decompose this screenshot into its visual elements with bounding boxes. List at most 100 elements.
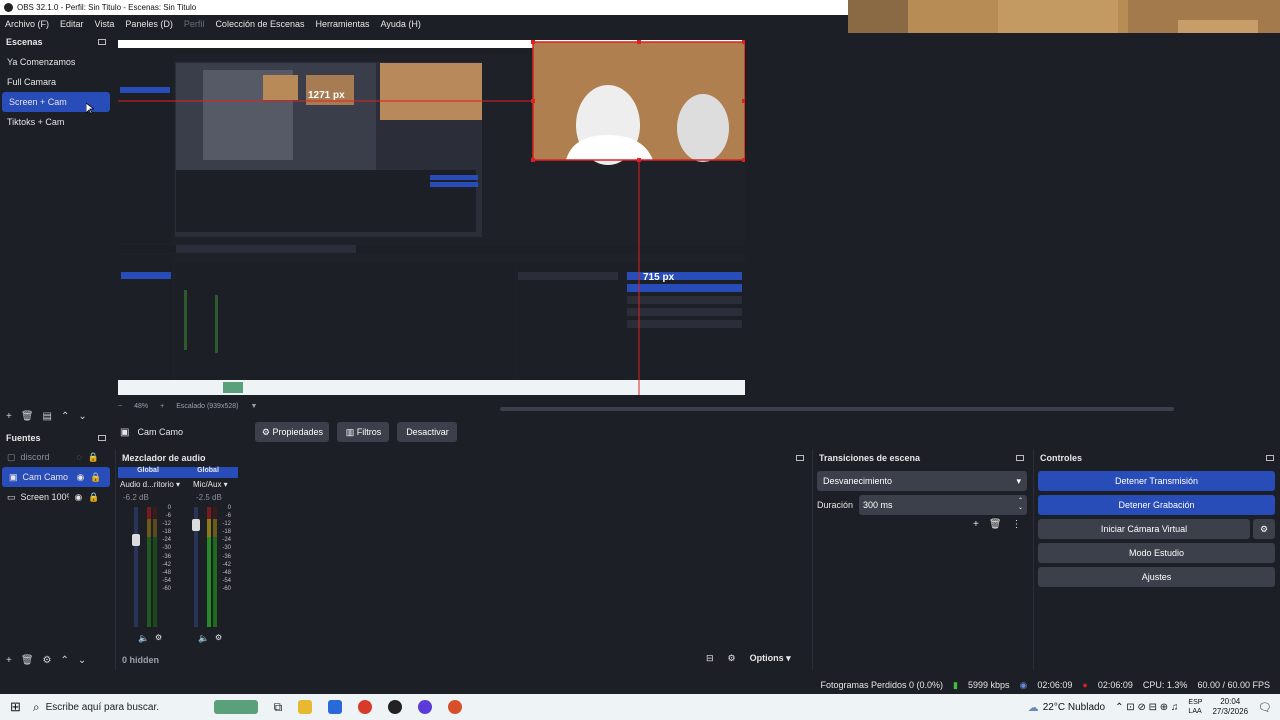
- menu-view[interactable]: Vista: [95, 19, 115, 29]
- move-up-icon[interactable]: ⌃: [61, 411, 69, 422]
- chrome-profile-icon[interactable]: [448, 700, 463, 714]
- mixer-dock-title: Mezclador de audio: [116, 449, 810, 467]
- visibility-eye-icon[interactable]: ◉: [75, 492, 83, 503]
- undock-icon[interactable]: [1266, 455, 1274, 461]
- more-options-icon[interactable]: ⋮: [1012, 519, 1022, 530]
- visibility-eye-icon[interactable]: ◉: [77, 472, 85, 483]
- channel-2-name[interactable]: Mic/Aux ▾: [193, 480, 228, 489]
- zoom-in-icon[interactable]: +: [160, 403, 164, 410]
- obs-taskbar-icon[interactable]: [388, 700, 403, 714]
- virtual-camera-settings-button[interactable]: ⚙: [1253, 519, 1275, 539]
- weather-cloud-icon: ☁: [1027, 701, 1039, 714]
- scene-filters-icon[interactable]: ▤: [43, 411, 52, 422]
- menu-edit[interactable]: Editar: [60, 19, 84, 29]
- source-settings-icon[interactable]: ⚙: [43, 655, 52, 666]
- stop-streaming-button[interactable]: Detener Transmisión: [1038, 471, 1275, 491]
- store-icon[interactable]: [328, 700, 343, 714]
- duration-spinbox[interactable]: 300 ms ⌃ ⌄: [859, 495, 1027, 515]
- search-icon: ⌕: [32, 699, 40, 714]
- move-down-icon[interactable]: ⌄: [78, 411, 86, 422]
- gear-icon: ⚙: [1259, 523, 1269, 534]
- transitions-toolbar: + 🗑 ⋮: [973, 519, 1022, 530]
- studio-mode-button[interactable]: Modo Estudio: [1038, 543, 1275, 563]
- source-item[interactable]: ▢ discord ◌ 🔒: [0, 447, 112, 467]
- menu-file[interactable]: Archivo (F): [5, 19, 49, 29]
- chevron-down-icon: ▾: [1016, 475, 1021, 486]
- weather-text[interactable]: 22°C Nublado: [1043, 702, 1105, 713]
- filters-icon: ▥: [345, 426, 357, 437]
- deactivate-button[interactable]: Desactivar: [397, 422, 458, 442]
- channel-group-label: Global: [197, 467, 219, 474]
- volume-fader-track[interactable]: [134, 507, 138, 627]
- scenes-toolbar: + 🗑 ▤ ⌃ ⌄: [0, 406, 87, 426]
- remove-transition-icon[interactable]: 🗑: [989, 519, 1002, 530]
- app-icon[interactable]: [418, 700, 433, 714]
- options-button[interactable]: Options ▾: [750, 653, 791, 664]
- stepper-icon[interactable]: ⌃ ⌄: [1018, 498, 1023, 512]
- windows-start-icon[interactable]: ⊞: [10, 699, 21, 715]
- file-explorer-icon[interactable]: [298, 700, 313, 714]
- menu-help[interactable]: Ayuda (H): [381, 19, 421, 29]
- channel-settings-icon[interactable]: ⚙: [155, 633, 162, 642]
- move-up-icon[interactable]: ⌃: [61, 655, 69, 666]
- settings-button[interactable]: Ajustes: [1038, 567, 1275, 587]
- menu-profile[interactable]: Perfil: [184, 19, 205, 29]
- search-highlight-icon[interactable]: [213, 700, 258, 714]
- language-indicator[interactable]: ESP LAA: [1188, 698, 1202, 716]
- lock-icon[interactable]: 🔒: [90, 472, 101, 483]
- undock-icon[interactable]: [796, 455, 804, 461]
- layout-toggle-icon[interactable]: ⊟: [706, 653, 714, 664]
- volume-fader-handle[interactable]: [132, 534, 140, 546]
- db-scale-2: 0 -6 -12 -18 -24 -30 -36 -42 -48 -54 -60: [222, 505, 231, 592]
- source-item-selected[interactable]: ▣ Cam Camo ◉ 🔒: [2, 467, 110, 487]
- mute-speaker-icon[interactable]: 🔈: [138, 633, 149, 644]
- add-source-icon[interactable]: +: [6, 655, 12, 666]
- properties-button[interactable]: ⚙ Propiedades: [255, 422, 330, 442]
- status-bar: Fotogramas Perdidos 0 (0.0%) ▮ 5999 kbps…: [0, 676, 1280, 694]
- lock-icon[interactable]: 🔒: [88, 492, 99, 503]
- task-view-icon[interactable]: ⧉: [274, 700, 283, 715]
- remove-scene-icon[interactable]: 🗑: [21, 411, 34, 422]
- fps: 60.00 / 60.00 FPS: [1197, 680, 1270, 690]
- visibility-hidden-icon[interactable]: ◌: [77, 452, 82, 462]
- scene-item[interactable]: Full Camara: [0, 72, 112, 92]
- camera-icon: ▣: [120, 426, 130, 438]
- volume-fader-handle[interactable]: [192, 519, 200, 531]
- menu-docks[interactable]: Paneles (D): [125, 19, 173, 29]
- add-transition-icon[interactable]: +: [973, 519, 979, 530]
- chrome-icon[interactable]: [358, 700, 373, 714]
- tray-icons[interactable]: ⌃ ⊡ ⊘ ⊟ ⊕ ♫: [1115, 702, 1178, 713]
- taskbar-search-input[interactable]: Escribe aquí para buscar.: [46, 702, 206, 713]
- source-item[interactable]: ▭ Screen 100% ◉ 🔒: [0, 487, 112, 507]
- channel-name: Mic/Aux: [193, 480, 222, 489]
- menu-tools[interactable]: Herramientas: [316, 19, 370, 29]
- notification-icon[interactable]: 🗨: [1258, 701, 1272, 714]
- clock[interactable]: 20:04 27/3/2026: [1212, 697, 1248, 717]
- stop-recording-button[interactable]: Detener Grabación: [1038, 495, 1275, 515]
- filters-button[interactable]: ▥ Filtros: [337, 422, 390, 442]
- start-virtual-camera-button[interactable]: Iniciar Cámara Virtual: [1038, 519, 1250, 539]
- program-preview[interactable]: 1271 px 715 px: [118, 40, 745, 395]
- preview-scrollbar[interactable]: [500, 407, 1174, 411]
- mute-speaker-icon[interactable]: 🔈: [198, 633, 209, 644]
- db-scale-1: 0 -6 -12 -18 -24 -30 -36 -42 -48 -54 -60: [162, 505, 171, 592]
- menu-bar: Archivo (F) Editar Vista Paneles (D) Per…: [0, 15, 848, 32]
- undock-icon[interactable]: [98, 39, 106, 45]
- menu-scene-collection[interactable]: Colección de Escenas: [215, 19, 304, 29]
- undock-icon[interactable]: [1016, 455, 1024, 461]
- gear-icon: ⚙: [261, 426, 273, 437]
- scaled-label: Escalado (939x528): [176, 403, 239, 410]
- lock-icon[interactable]: 🔒: [88, 452, 99, 463]
- zoom-out-icon[interactable]: −: [118, 403, 122, 410]
- advanced-audio-icon[interactable]: ⚙: [728, 653, 736, 664]
- channel-1-name[interactable]: Audio d...ritorio ▾: [120, 480, 180, 489]
- move-down-icon[interactable]: ⌄: [78, 655, 86, 666]
- undock-icon[interactable]: [98, 435, 106, 441]
- scene-item[interactable]: Tiktoks + Cam: [0, 112, 112, 132]
- zoom-dropdown-icon[interactable]: ▼: [250, 403, 257, 410]
- add-scene-icon[interactable]: +: [6, 411, 12, 422]
- channel-settings-icon[interactable]: ⚙: [215, 633, 222, 642]
- scene-item[interactable]: Ya Comenzamos: [0, 52, 112, 72]
- remove-source-icon[interactable]: 🗑: [21, 655, 34, 666]
- transition-type-select[interactable]: Desvanecimiento ▾: [817, 471, 1027, 491]
